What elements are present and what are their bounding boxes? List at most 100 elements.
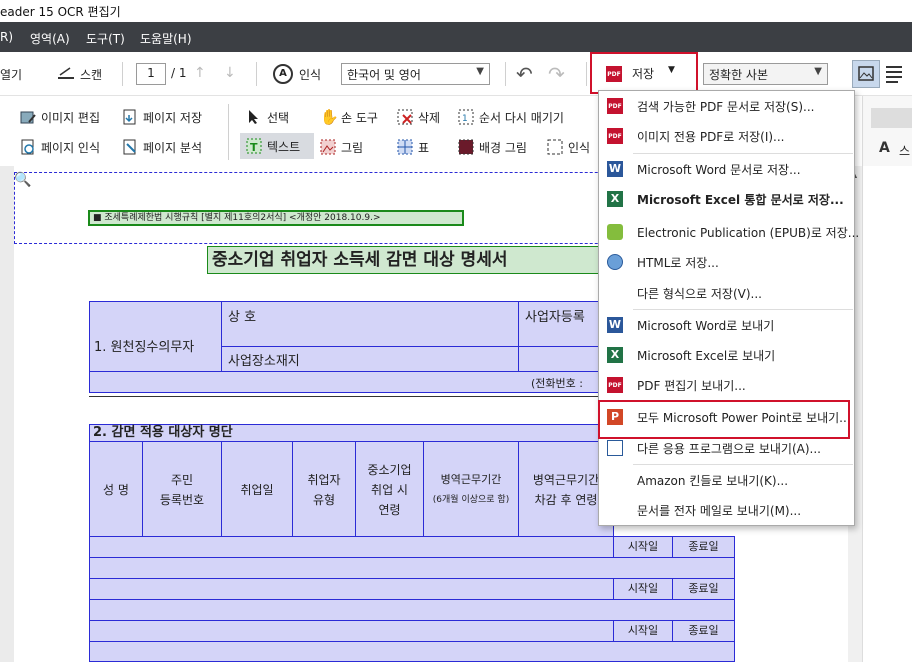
- recognize-area-label: 인식: [568, 140, 591, 155]
- image-view-button[interactable]: [852, 60, 880, 88]
- menu-save-searchable-pdf[interactable]: PDF 검색 가능한 PDF 문서로 저장(S)...: [599, 91, 854, 121]
- col-employ-type[interactable]: 취업자 유형: [292, 441, 356, 537]
- menu-save-excel[interactable]: X Microsoft Excel 통합 문서로 저장...: [599, 184, 854, 214]
- zoom-icon[interactable]: 🔍: [14, 172, 31, 188]
- pdf-icon: PDF: [607, 98, 623, 114]
- image-edit-button[interactable]: 이미지 편집: [20, 106, 100, 128]
- table-row[interactable]: [89, 641, 735, 662]
- chevron-down-icon: ▼: [476, 66, 484, 77]
- table-row[interactable]: [89, 599, 735, 621]
- html-icon: [607, 254, 623, 270]
- page-save-button[interactable]: 페이지 저장: [122, 106, 202, 128]
- menu-item-tools[interactable]: 도구(T): [86, 30, 125, 47]
- start-cell[interactable]: 시작일: [613, 536, 673, 558]
- menu-label: PDF 편집기 보내기...: [637, 378, 746, 393]
- menu-save-word[interactable]: W Microsoft Word 문서로 저장...: [599, 154, 854, 184]
- reorder-icon: 1: [458, 109, 474, 125]
- select-tool-button[interactable]: 선택: [246, 106, 289, 128]
- col-resident-line1: 주민: [170, 473, 194, 487]
- undo-icon[interactable]: ↶: [516, 62, 533, 86]
- copy-mode-select[interactable]: 정확한 사본 ▼: [703, 63, 828, 85]
- background-picture-icon: [458, 139, 474, 155]
- menu-send-word[interactable]: W Microsoft Word로 보내기: [599, 310, 854, 340]
- end-cell[interactable]: 종료일: [672, 620, 735, 642]
- end-cell[interactable]: 종료일: [672, 578, 735, 600]
- language-select[interactable]: 한국어 및 영어 ▼: [341, 63, 490, 85]
- picture-area-icon: [320, 139, 336, 155]
- page-number-input[interactable]: 1: [136, 63, 166, 85]
- menu-save-image-pdf[interactable]: PDF 이미지 전용 PDF로 저장(I)...: [599, 121, 854, 151]
- address-label[interactable]: 사업장소재지: [221, 346, 519, 372]
- address-value-cell[interactable]: [518, 346, 608, 372]
- left-margin: [0, 166, 14, 662]
- menu-item-area[interactable]: 영역(A): [30, 30, 70, 47]
- arrow-down-icon[interactable]: ↓: [224, 65, 236, 81]
- pdf-icon: PDF: [607, 128, 623, 144]
- pdf-send-icon: PDF: [607, 377, 623, 393]
- menu-label: Microsoft Word 문서로 저장...: [637, 162, 801, 177]
- table-row[interactable]: [89, 578, 614, 600]
- right-text-pane: A 스: [862, 96, 912, 662]
- menu-bar: R) 영역(A) 도구(T) 도움말(H): [0, 22, 912, 52]
- start-cell[interactable]: 시작일: [613, 578, 673, 600]
- col-age[interactable]: 중소기업 취업 시 연령: [355, 441, 424, 537]
- page-recognize-icon: [20, 139, 36, 155]
- svg-text:T: T: [250, 141, 258, 154]
- document-title[interactable]: 중소기업 취업자 소득세 감면 대상 명세서: [207, 246, 607, 274]
- hand-icon: ✋: [320, 108, 339, 126]
- menu-label: HTML로 저장...: [637, 255, 719, 270]
- image-edit-label: 이미지 편집: [41, 110, 101, 125]
- word-icon: W: [607, 161, 623, 177]
- page-analyze-button[interactable]: 페이지 분석: [122, 136, 202, 158]
- menu-save-epub[interactable]: Electronic Publication (EPUB)로 저장...: [599, 217, 859, 247]
- picture-area-button[interactable]: 그림: [320, 136, 363, 158]
- col-name[interactable]: 성 명: [89, 441, 143, 537]
- menu-send-email[interactable]: 문서를 전자 메일로 보내기(M)...: [599, 495, 854, 525]
- page-recognize-button[interactable]: 페이지 인식: [20, 136, 100, 158]
- col-military[interactable]: 병역근무기간 (6개월 이상으로 함): [423, 441, 519, 537]
- menu-save-html[interactable]: HTML로 저장...: [599, 247, 854, 277]
- arrow-up-icon[interactable]: ↑: [194, 65, 206, 81]
- business-reg-label[interactable]: 사업자등록: [518, 301, 608, 347]
- redo-icon[interactable]: ↷: [548, 62, 565, 86]
- text-area-button[interactable]: T 텍스트: [240, 133, 314, 159]
- recognize-area-button[interactable]: 인식: [547, 136, 590, 158]
- menu-save-other-format[interactable]: 다른 형식으로 저장(V)...: [599, 278, 854, 308]
- col-employ-type-line1: 취업자: [307, 473, 341, 487]
- table-area-button[interactable]: 표: [397, 136, 429, 158]
- menu-send-pdf-editor[interactable]: PDF PDF 편집기 보내기...: [599, 370, 854, 400]
- phone-label[interactable]: (전화번호 :: [89, 371, 608, 393]
- background-picture-button[interactable]: 배경 그림: [458, 136, 527, 158]
- menu-label: 검색 가능한 PDF 문서로 저장(S)...: [637, 99, 815, 114]
- menu-item-help[interactable]: 도움말(H): [140, 30, 192, 47]
- menu-send-kindle[interactable]: Amazon 킨들로 보내기(K)...: [599, 465, 854, 495]
- header-note[interactable]: ■ 조세특례제한법 시행규칙 [별지 제11호의2서식] <개정안 2018.1…: [88, 210, 464, 226]
- menu-item-file[interactable]: R): [0, 30, 13, 44]
- open-button[interactable]: 열기: [0, 66, 22, 83]
- scan-button[interactable]: 스캔: [80, 66, 102, 83]
- col-employ-date[interactable]: 취업일: [221, 441, 293, 537]
- save-dropdown-menu: PDF 검색 가능한 PDF 문서로 저장(S)... PDF 이미지 전용 P…: [598, 90, 859, 526]
- excel-send-icon: X: [607, 347, 623, 363]
- start-cell[interactable]: 시작일: [613, 620, 673, 642]
- col-age-line1: 중소기업: [367, 463, 412, 477]
- page-recognize-label: 페이지 인식: [41, 140, 101, 155]
- table-row[interactable]: [89, 557, 735, 579]
- font-icon[interactable]: A: [879, 140, 890, 156]
- section2-label[interactable]: 2. 감면 적용 대상자 명단: [89, 424, 609, 442]
- trade-name-label[interactable]: 상 호: [221, 301, 519, 347]
- end-cell[interactable]: 종료일: [672, 536, 735, 558]
- menu-send-excel[interactable]: X Microsoft Excel로 보내기: [599, 340, 854, 370]
- table-row[interactable]: [89, 620, 614, 642]
- table-row[interactable]: [89, 536, 614, 558]
- menu-label: 다른 형식으로 저장(V)...: [637, 286, 762, 301]
- col-employ-type-line2: 유형: [312, 493, 336, 507]
- delete-button[interactable]: 삭제: [397, 106, 440, 128]
- page-save-icon: [122, 109, 138, 125]
- col-resident[interactable]: 주민 등록번호: [142, 441, 222, 537]
- hand-tool-button[interactable]: ✋ 손 도구: [320, 106, 378, 128]
- svg-text:1: 1: [462, 114, 468, 124]
- reorder-button[interactable]: 1 순서 다시 매기기: [458, 106, 564, 128]
- recognize-button[interactable]: 인식: [299, 66, 321, 83]
- text-view-icon[interactable]: [884, 64, 904, 84]
